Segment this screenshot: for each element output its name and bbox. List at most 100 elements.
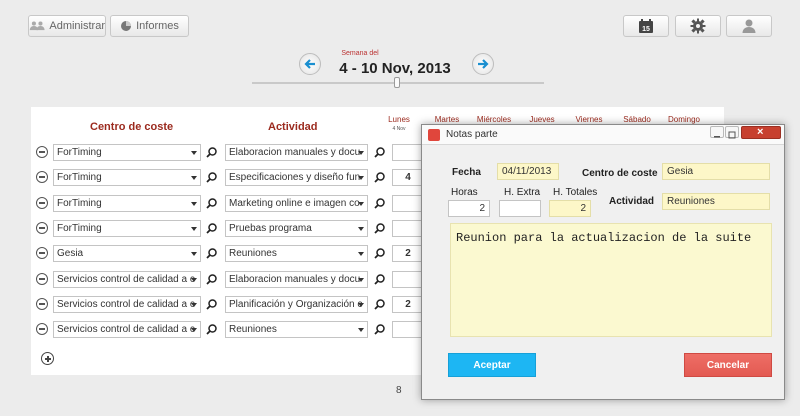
actividad-field[interactable]: Reuniones xyxy=(662,193,770,210)
monday-hours-input[interactable]: 2 xyxy=(392,296,424,313)
search-icon[interactable] xyxy=(374,223,385,234)
maximize-button[interactable] xyxy=(725,126,739,139)
calendar-number: 15 xyxy=(642,26,650,33)
extra-field[interactable] xyxy=(499,200,541,217)
chevron-down-icon xyxy=(358,252,364,256)
next-week-button[interactable] xyxy=(472,53,494,75)
chevron-down-icon xyxy=(358,151,364,155)
extra-label: H. Extra xyxy=(504,187,541,198)
centro-field[interactable]: Gesia xyxy=(662,163,770,180)
chevron-down-icon xyxy=(191,328,197,332)
activity-select[interactable]: Elaboracion manuales y docu xyxy=(225,271,368,288)
chevron-down-icon xyxy=(358,278,364,282)
search-icon[interactable] xyxy=(206,172,217,183)
arrow-left-icon xyxy=(304,59,315,69)
notes-dialog: Notas parte × Fecha 04/11/2013 Centro de… xyxy=(421,124,785,400)
cost-center-select[interactable]: ForTiming xyxy=(53,169,201,186)
chevron-down-icon xyxy=(191,303,197,307)
arrow-right-icon xyxy=(478,59,489,69)
fecha-field[interactable]: 04/11/2013 xyxy=(497,163,559,180)
add-row-button[interactable] xyxy=(41,352,54,365)
remove-row-button[interactable] xyxy=(36,247,48,259)
users-icon xyxy=(29,21,45,31)
search-icon[interactable] xyxy=(374,274,385,285)
search-icon[interactable] xyxy=(206,223,217,234)
monday-date: 4 Nov xyxy=(392,126,406,132)
remove-row-button[interactable] xyxy=(36,323,48,335)
monday-hours-input[interactable] xyxy=(392,321,424,338)
search-icon[interactable] xyxy=(206,274,217,285)
monday-hours-input[interactable]: 4 xyxy=(392,169,424,186)
monday-hours-input[interactable] xyxy=(392,271,424,288)
remove-row-button[interactable] xyxy=(36,171,48,183)
actividad-label: Actividad xyxy=(609,196,655,207)
cancel-button[interactable]: Cancelar xyxy=(684,353,772,377)
app-icon xyxy=(428,129,440,141)
cost-center-value: ForTiming xyxy=(57,147,102,158)
remove-row-button[interactable] xyxy=(36,197,48,209)
activity-select[interactable]: Elaboracion manuales y docu xyxy=(225,144,368,161)
search-icon[interactable] xyxy=(374,198,385,209)
search-icon[interactable] xyxy=(374,324,385,335)
cost-center-select[interactable]: Gesia xyxy=(53,245,201,262)
notes-textarea[interactable]: Reunion para la actualizacion de la suit… xyxy=(450,223,772,337)
search-icon[interactable] xyxy=(374,172,385,183)
search-icon[interactable] xyxy=(374,248,385,259)
calendar-icon: 15 xyxy=(639,19,653,33)
search-icon[interactable] xyxy=(206,324,217,335)
remove-row-button[interactable] xyxy=(36,273,48,285)
day-header-sunday: Domingo xyxy=(667,115,700,124)
cost-center-value: Servicios control de calidad a c xyxy=(57,274,195,285)
admin-label: Administrar xyxy=(49,20,105,32)
cost-center-select[interactable]: ForTiming xyxy=(53,144,201,161)
monday-hours-input[interactable] xyxy=(392,144,424,161)
monday-hours-input[interactable] xyxy=(392,220,424,237)
horas-field[interactable]: 2 xyxy=(448,200,490,217)
activity-select[interactable]: Reuniones xyxy=(225,245,368,262)
prev-week-button[interactable] xyxy=(299,53,321,75)
search-icon[interactable] xyxy=(374,147,385,158)
totales-label: H. Totales xyxy=(553,187,598,198)
dialog-titlebar[interactable]: Notas parte × xyxy=(422,125,784,145)
search-icon[interactable] xyxy=(206,299,217,310)
cost-center-select[interactable]: Servicios control de calidad a c xyxy=(53,321,201,338)
chevron-down-icon xyxy=(358,227,364,231)
activity-value: Pruebas programa xyxy=(229,223,312,234)
monday-hours-input[interactable]: 2 xyxy=(392,245,424,262)
cost-center-select[interactable]: Servicios control de calidad a c xyxy=(53,271,201,288)
chevron-down-icon xyxy=(191,227,197,231)
minimize-button[interactable] xyxy=(710,126,724,138)
search-icon[interactable] xyxy=(206,248,217,259)
user-icon xyxy=(742,19,756,33)
reports-button[interactable]: Informes xyxy=(110,15,189,37)
pie-chart-icon xyxy=(121,21,132,31)
monday-hours-input[interactable] xyxy=(392,195,424,212)
day-header-saturday: Sábado xyxy=(623,115,651,124)
cost-center-select[interactable]: ForTiming xyxy=(53,195,201,212)
cost-center-select[interactable]: Servicios control de calidad a c xyxy=(53,296,201,313)
settings-button[interactable] xyxy=(675,15,721,37)
admin-button[interactable]: Administrar xyxy=(28,15,106,37)
activity-select[interactable]: Especificaciones y diseño fun xyxy=(225,169,368,186)
remove-row-button[interactable] xyxy=(36,146,48,158)
search-icon[interactable] xyxy=(206,198,217,209)
user-button[interactable] xyxy=(726,15,772,37)
cost-center-select[interactable]: ForTiming xyxy=(53,220,201,237)
calendar-button[interactable]: 15 xyxy=(623,15,669,37)
activity-header: Actividad xyxy=(268,121,318,133)
search-icon[interactable] xyxy=(206,147,217,158)
activity-select[interactable]: Reuniones xyxy=(225,321,368,338)
remove-row-button[interactable] xyxy=(36,298,48,310)
reports-label: Informes xyxy=(136,20,179,32)
centro-label: Centro de coste xyxy=(582,168,658,179)
activity-select[interactable]: Pruebas programa xyxy=(225,220,368,237)
chevron-down-icon xyxy=(358,328,364,332)
search-icon[interactable] xyxy=(374,299,385,310)
close-button[interactable]: × xyxy=(741,126,781,139)
activity-select[interactable]: Planificación y Organización c xyxy=(225,296,368,313)
accept-button[interactable]: Aceptar xyxy=(448,353,536,377)
activity-value: Elaboracion manuales y docu xyxy=(229,274,361,285)
activity-select[interactable]: Marketing online e imagen co xyxy=(225,195,368,212)
week-slider-thumb[interactable] xyxy=(394,77,400,88)
remove-row-button[interactable] xyxy=(36,222,48,234)
